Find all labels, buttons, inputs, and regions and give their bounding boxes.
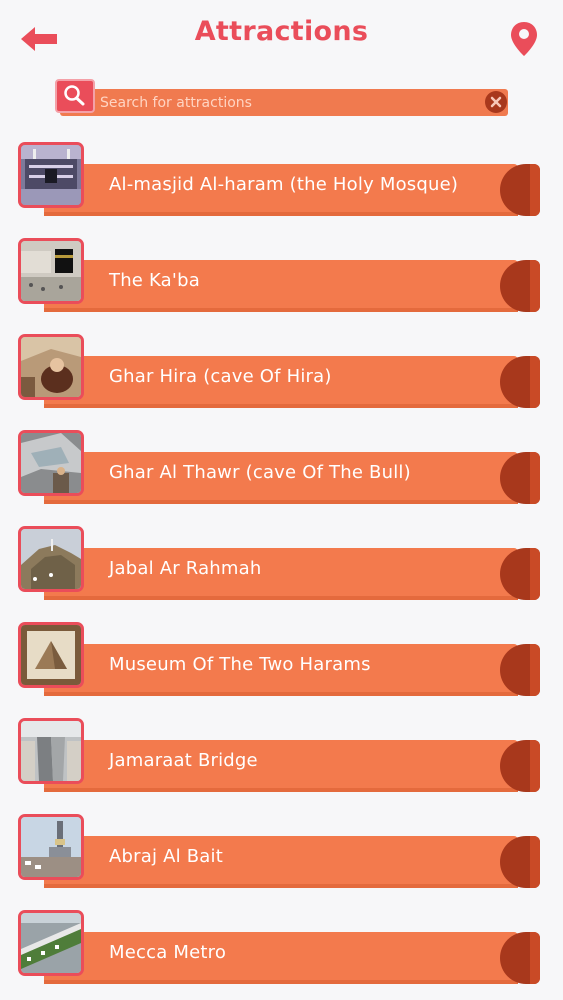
item-cap-edge [530, 836, 540, 888]
item-cap-edge [530, 164, 540, 216]
item-bar-shadow [44, 884, 518, 888]
attraction-thumbnail [18, 334, 84, 400]
item-bar-shadow [44, 404, 518, 408]
item-bar-shadow [44, 788, 518, 792]
attraction-thumbnail [18, 430, 84, 496]
attraction-item[interactable]: Jabal Ar Rahmah [18, 526, 540, 604]
attraction-thumbnail [18, 526, 84, 592]
item-cap-edge [530, 644, 540, 696]
item-bar-shadow [44, 500, 518, 504]
attraction-item[interactable]: Mecca Metro [18, 910, 540, 988]
attraction-name: Jabal Ar Rahmah [109, 558, 262, 579]
item-cap-edge [530, 740, 540, 792]
attraction-thumbnail [18, 910, 84, 976]
attraction-thumbnail [18, 142, 84, 208]
item-bar-shadow [44, 596, 518, 600]
attraction-thumbnail [18, 238, 84, 304]
attraction-name: Ghar Hira (cave Of Hira) [109, 366, 332, 387]
attraction-item[interactable]: Abraj Al Bait [18, 814, 540, 892]
item-cap-edge [530, 260, 540, 312]
attraction-item[interactable]: Al-masjid Al-haram (the Holy Mosque) [18, 142, 540, 220]
attraction-list: Al-masjid Al-haram (the Holy Mosque) The… [0, 0, 563, 1000]
attraction-thumbnail [18, 814, 84, 880]
item-cap-edge [530, 932, 540, 984]
attraction-name: Museum Of The Two Harams [109, 654, 371, 675]
item-cap-edge [530, 548, 540, 600]
item-cap-edge [530, 356, 540, 408]
attraction-name: Al-masjid Al-haram (the Holy Mosque) [109, 174, 459, 195]
item-bar-shadow [44, 692, 518, 696]
item-bar-shadow [44, 308, 518, 312]
attraction-item[interactable]: Ghar Hira (cave Of Hira) [18, 334, 540, 412]
attraction-item[interactable]: Museum Of The Two Harams [18, 622, 540, 700]
attraction-item[interactable]: Ghar Al Thawr (cave Of The Bull) [18, 430, 540, 508]
item-cap-edge [530, 452, 540, 504]
attraction-thumbnail [18, 718, 84, 784]
attraction-item[interactable]: The Ka'ba [18, 238, 540, 316]
attraction-name: Ghar Al Thawr (cave Of The Bull) [109, 462, 411, 483]
attraction-thumbnail [18, 622, 84, 688]
attraction-name: Jamaraat Bridge [109, 750, 258, 771]
item-bar-shadow [44, 212, 518, 216]
attraction-name: The Ka'ba [109, 270, 200, 291]
attraction-name: Abraj Al Bait [109, 846, 223, 867]
attraction-name: Mecca Metro [109, 942, 227, 963]
attraction-item[interactable]: Jamaraat Bridge [18, 718, 540, 796]
item-bar-shadow [44, 980, 518, 984]
